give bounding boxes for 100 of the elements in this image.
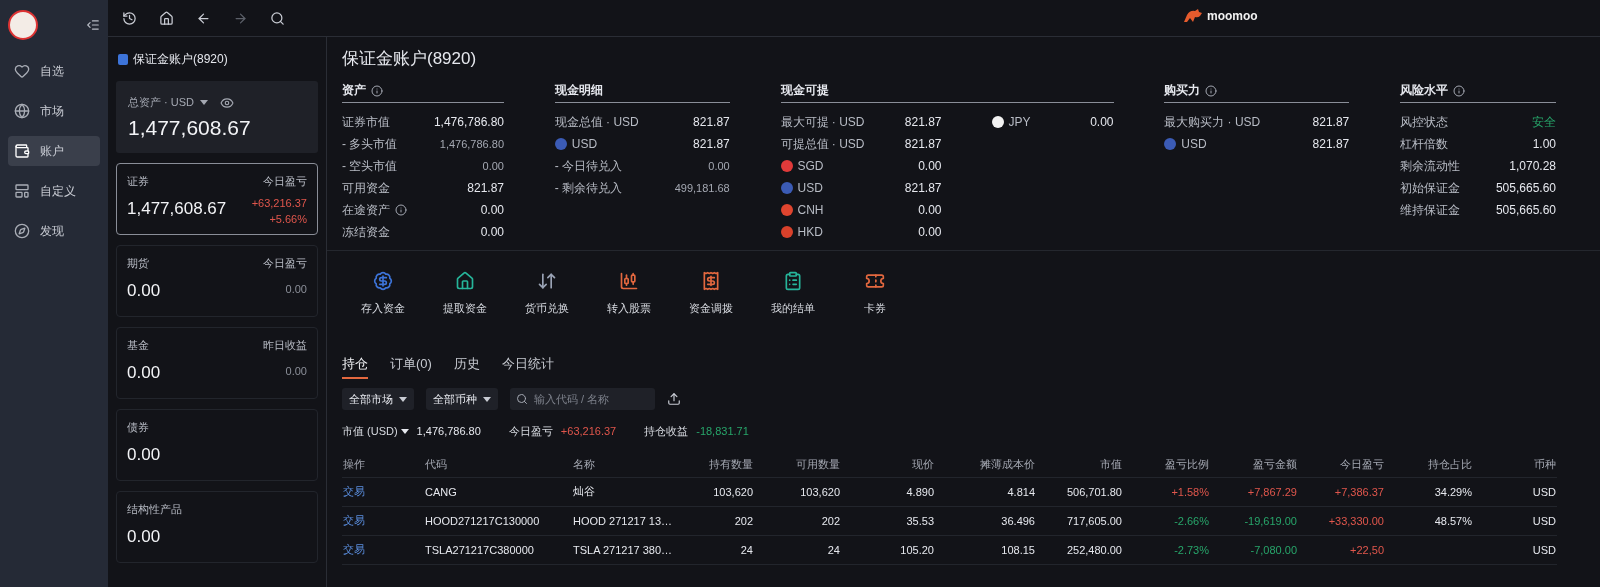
- caret-icon[interactable]: [200, 100, 208, 105]
- column-header[interactable]: 盈亏比例: [1123, 453, 1210, 477]
- trade-link[interactable]: 交易: [342, 535, 424, 564]
- column-header[interactable]: 市值: [1036, 453, 1123, 477]
- row-label: 在途资产: [342, 201, 407, 219]
- table-cell: -2.73%: [1123, 535, 1210, 564]
- action-button[interactable]: 卡券: [834, 271, 916, 347]
- column-header[interactable]: 可用数量: [754, 453, 841, 477]
- row-value: 0.00: [918, 225, 942, 239]
- info-icon[interactable]: [395, 204, 407, 216]
- row-label: 证券市值: [342, 113, 390, 131]
- row-label: - 今日待兑入: [554, 157, 623, 175]
- table-cell: 24: [682, 535, 754, 564]
- nav-item[interactable]: 账户: [8, 136, 100, 166]
- row-label: HKD: [780, 225, 823, 239]
- asset-card[interactable]: 结构性产品 0.00: [116, 491, 318, 563]
- table-cell: 202: [682, 506, 754, 535]
- row-value: 821.87: [693, 115, 730, 129]
- eye-icon[interactable]: [220, 95, 234, 110]
- tab[interactable]: 订单(0): [390, 351, 432, 379]
- nav-item[interactable]: 发现: [8, 216, 100, 246]
- nav-item[interactable]: 自定义: [8, 176, 100, 206]
- asset-card[interactable]: 债券 0.00: [116, 409, 318, 481]
- action-button[interactable]: 货币兑换: [506, 271, 588, 347]
- column-header[interactable]: 币种: [1473, 453, 1557, 477]
- card-value: 0.00: [127, 445, 161, 465]
- search-field[interactable]: 输入代码 / 名称: [510, 388, 655, 410]
- info-icon[interactable]: [1453, 84, 1465, 97]
- nav-item[interactable]: 市场: [8, 96, 100, 126]
- column-header[interactable]: 持仓占比: [1385, 453, 1473, 477]
- asset-card[interactable]: 基金 0.00 昨日收益 0.00: [116, 327, 318, 399]
- row-label: USD: [780, 181, 823, 195]
- card-value: 0.00: [127, 363, 161, 383]
- table-cell: 36.496: [935, 506, 1036, 535]
- row-label: 杠杆倍数: [1400, 135, 1448, 153]
- asset-card[interactable]: 期货 0.00 今日盈亏 0.00: [116, 245, 318, 317]
- table-cell: 48.57%: [1385, 506, 1473, 535]
- summary-value: 1,476,786.80: [416, 425, 481, 437]
- filter-dropdown[interactable]: 全部币种: [426, 388, 498, 410]
- column-header[interactable]: 盈亏金额: [1210, 453, 1298, 477]
- tab[interactable]: 持仓: [342, 351, 368, 379]
- table-cell: 108.15: [935, 535, 1036, 564]
- info-icon[interactable]: [371, 84, 383, 97]
- caret-icon: [400, 428, 409, 434]
- back-icon[interactable]: [196, 10, 211, 26]
- row-label: 剩余流动性: [1400, 157, 1460, 175]
- table-cell: +7,867.29: [1210, 477, 1298, 506]
- home-icon[interactable]: [159, 10, 174, 26]
- column-header[interactable]: 今日盈亏: [1298, 453, 1385, 477]
- section-title: 现金可提: [780, 82, 829, 99]
- table-cell: +7,386.37: [1298, 477, 1385, 506]
- column-header[interactable]: 操作: [342, 453, 424, 477]
- clipboard-icon: [783, 271, 803, 291]
- summary-label[interactable]: 市值 (USD): [342, 423, 409, 439]
- card-label: 结构性产品: [127, 502, 182, 517]
- row-label: USD: [1164, 137, 1207, 151]
- export-icon[interactable]: [667, 392, 681, 406]
- summary-label: 今日盈亏: [508, 423, 553, 439]
- action-button[interactable]: 提取资金: [424, 271, 506, 347]
- column-header[interactable]: 代码: [424, 453, 572, 477]
- action-button[interactable]: 存入资金: [342, 271, 424, 347]
- row-label: 风控状态: [1400, 113, 1448, 131]
- action-button[interactable]: 转入股票: [588, 271, 670, 347]
- card-label: 证券: [127, 174, 149, 189]
- column-header[interactable]: 摊薄成本价: [935, 453, 1036, 477]
- asset-card[interactable]: 证券 1,477,608.67 今日盈亏 +63,216.37 +5.66%: [116, 163, 318, 235]
- table-cell: 24: [754, 535, 841, 564]
- card-value: 1,477,608.67: [127, 199, 227, 219]
- info-icon[interactable]: [1205, 84, 1218, 97]
- avatar[interactable]: [8, 10, 38, 40]
- row-value: 821.87: [467, 181, 504, 195]
- row-label: 现金总值 · USD: [554, 113, 639, 131]
- total-assets-label[interactable]: 总资产 · USD: [128, 95, 194, 110]
- history-icon[interactable]: [122, 10, 137, 26]
- search-icon[interactable]: [270, 10, 285, 26]
- table-cell: USD: [1473, 535, 1557, 564]
- column-header[interactable]: 持有数量: [682, 453, 754, 477]
- trade-link[interactable]: 交易: [342, 506, 424, 535]
- table-cell: 103,620: [682, 477, 754, 506]
- table-cell: +22,50: [1298, 535, 1385, 564]
- row-label: 最大购买力 · USD: [1164, 113, 1261, 131]
- caret-icon: [399, 396, 407, 402]
- action-button[interactable]: 我的结单: [752, 271, 834, 347]
- table-cell: -7,080.00: [1210, 535, 1298, 564]
- collapse-icon[interactable]: [86, 18, 100, 32]
- filter-dropdown[interactable]: 全部市场: [342, 388, 414, 410]
- column-header[interactable]: 名称: [572, 453, 682, 477]
- row-value: 499,181.68: [674, 182, 730, 194]
- forward-icon[interactable]: [233, 10, 248, 26]
- trade-link[interactable]: 交易: [342, 477, 424, 506]
- tab[interactable]: 历史: [453, 351, 480, 379]
- row-value: 821.87: [693, 137, 730, 151]
- nav-item[interactable]: 自选: [8, 56, 100, 86]
- row-value: 1,070.28: [1509, 159, 1556, 173]
- row-value: 505,665.60: [1495, 181, 1556, 195]
- table-cell: 506,701.80: [1036, 477, 1123, 506]
- column-header[interactable]: 现价: [841, 453, 935, 477]
- tab[interactable]: 今日统计: [501, 351, 554, 379]
- action-button[interactable]: 资金调拨: [670, 271, 752, 347]
- table-cell: HOOD 271217 13…: [572, 506, 682, 535]
